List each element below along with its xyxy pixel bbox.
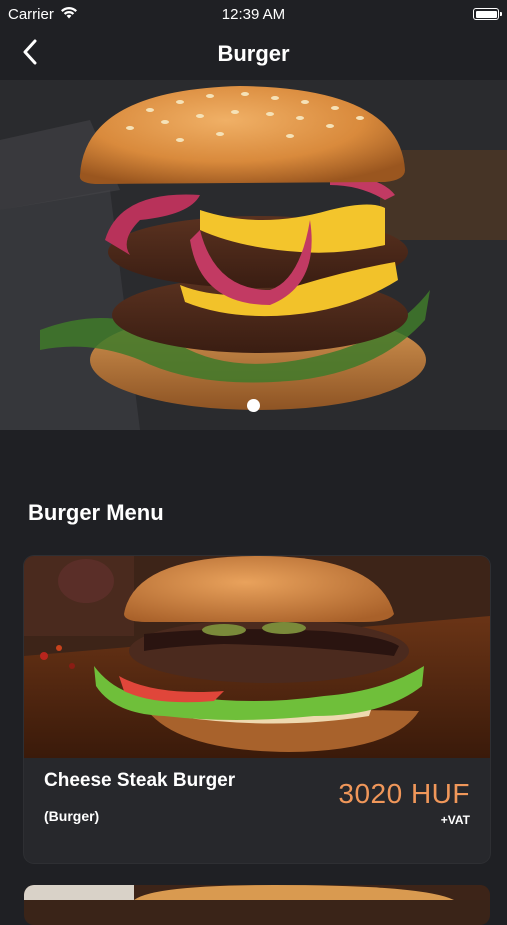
menu-item-vat: +VAT	[440, 813, 470, 827]
page-title: Burger	[217, 41, 290, 66]
hero-carousel[interactable]	[0, 80, 507, 430]
burger-hero-image	[0, 80, 507, 430]
back-button[interactable]	[14, 38, 46, 70]
carrier-label: Carrier	[8, 5, 54, 23]
status-left: Carrier	[8, 6, 78, 23]
navigation-bar: Burger	[0, 28, 507, 80]
status-bar: Carrier 12:39 AM	[0, 0, 507, 28]
menu-item-category: (Burger)	[44, 808, 100, 824]
carousel-page-indicator[interactable]	[247, 399, 260, 412]
menu-item-card-next[interactable]	[24, 885, 490, 925]
next-burger-image	[24, 885, 490, 900]
menu-item-card[interactable]: Cheese Steak Burger (Burger) 3020 HUF +V…	[24, 556, 490, 863]
battery-icon	[473, 8, 502, 20]
chevron-left-icon	[22, 39, 38, 70]
section-title: Burger Menu	[28, 500, 164, 525]
cheese-steak-burger-image	[24, 556, 490, 758]
menu-item-price: 3020 HUF	[338, 778, 470, 809]
menu-item-name: Cheese Steak Burger	[44, 770, 236, 791]
wifi-icon	[60, 6, 78, 23]
